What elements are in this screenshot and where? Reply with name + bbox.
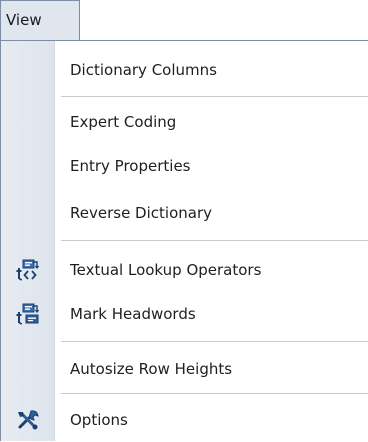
menu-item-label: Mark Headwords <box>70 305 196 323</box>
menu-item-reverse-dictionary[interactable]: Reverse Dictionary <box>1 191 368 235</box>
mark-headwords-icon <box>16 303 40 325</box>
menu-item-textual-lookup-operators[interactable]: Textual Lookup Operators <box>1 248 368 292</box>
menu-item-expert-coding[interactable]: Expert Coding <box>1 100 368 144</box>
view-menu-button[interactable]: View <box>0 0 80 40</box>
menu-item-label: Dictionary Columns <box>70 61 217 79</box>
menu-separator <box>61 393 368 394</box>
menu-separator <box>61 341 368 342</box>
menu-item-dictionary-columns[interactable]: Dictionary Columns <box>1 48 368 92</box>
menu-item-label: Reverse Dictionary <box>70 204 212 222</box>
menu-item-entry-properties[interactable]: Entry Properties <box>1 144 368 188</box>
menu-item-autosize-row-heights[interactable]: Autosize Row Heights <box>1 347 368 391</box>
tools-icon <box>16 409 40 431</box>
menu-separator <box>61 96 368 97</box>
menu-item-label: Textual Lookup Operators <box>70 261 262 279</box>
menu-item-mark-headwords[interactable]: Mark Headwords <box>1 292 368 336</box>
menu-item-options[interactable]: Options <box>1 398 368 442</box>
menu-item-label: Autosize Row Heights <box>70 360 233 378</box>
menu-item-label: Expert Coding <box>70 113 177 131</box>
menu-item-label: Options <box>70 411 128 429</box>
menu-separator <box>61 240 368 241</box>
menu-item-label: Entry Properties <box>70 157 191 175</box>
view-menu-dropdown: Dictionary Columns Expert Coding Entry P… <box>0 40 368 441</box>
menu-bar: View <box>0 0 368 42</box>
textual-lookup-operators-icon <box>16 259 40 281</box>
